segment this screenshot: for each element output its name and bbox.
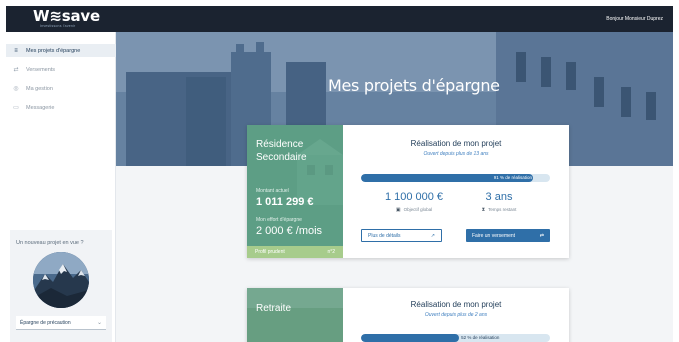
opened-since: Ouvert depuis plus de 2 ans [424,312,488,318]
top-bar: W≋save Investissons l'avenir Bonjour Mon… [6,6,673,32]
progress-text: 52 % de réalisation [461,335,500,340]
details-button[interactable]: Plus de détails ↗ [361,229,442,242]
savings-effort-label: Mon effort d'épargne [256,217,302,223]
opened-since: Ouvert depuis plus de 13 ans [423,151,489,157]
progress-fill [361,334,460,342]
sidebar-item-savings-projects[interactable]: ≡ Mes projets d'épargne [6,44,116,57]
project-card-residence: Résidence Secondaire Montant actuel 1 01… [247,125,569,258]
realisation-title: Réalisation de mon projet [410,300,502,309]
sidebar-item-versements[interactable]: ⇄ Versements [6,63,116,76]
hourglass-icon: ⧗ [481,207,486,213]
sidebar: ≡ Mes projets d'épargne ⇄ Versements ◎ M… [6,32,116,342]
project-summary-panel: Retraite [247,288,343,342]
project-card-retraite: Retraite Réalisation de mon projet Ouver… [247,288,569,342]
message-icon: ▭ [13,105,19,111]
wallet-icon: ▣ [395,207,401,213]
page-title: Mes projets d'épargne [328,76,500,95]
chevron-down-icon: ⌄ [96,320,102,326]
current-amount-value: 1 011 299 € [256,196,314,208]
sidebar-item-label: Versements [26,66,56,73]
retirement-image [247,288,343,342]
mountain-image [33,252,89,308]
progress-text: 91 % de réalisation [493,175,532,180]
sidebar-item-label: Messagerie [26,104,55,111]
sidebar-item-messagerie[interactable]: ▭ Messagerie [6,101,116,114]
management-icon: ◎ [13,86,19,92]
brand-logo[interactable]: W≋save [33,9,100,24]
realisation-title: Réalisation de mon projet [410,139,502,148]
project-type-value: Épargne de précaution [20,319,71,326]
progress-bar: 91 % de réalisation [361,174,550,182]
savings-icon: ≡ [14,47,18,54]
transfer-icon: ⇄ [539,232,544,239]
new-project-promo: Un nouveau projet en vue ? Épargne de pr… [10,230,112,342]
deposit-button-label: Faire un versement [472,232,516,239]
progress-bar: 52 % de réalisation [361,334,550,342]
project-summary-panel: Résidence Secondaire Montant actuel 1 01… [247,125,343,258]
current-amount-label: Montant actuel [256,188,289,194]
project-number: n°2 [327,249,335,255]
risk-profile: Profil prudent [255,249,285,255]
deposit-button[interactable]: Faire un versement ⇄ [466,229,550,242]
profile-footer: Profil prudent n°2 [247,246,343,258]
brand-tagline: Investissons l'avenir [40,24,76,28]
promo-title: Un nouveau projet en vue ? [16,240,84,246]
transfer-icon: ⇄ [13,67,19,73]
sidebar-item-label: Ma gestion [26,85,53,92]
project-name: Retraite [256,303,292,314]
details-button-label: Plus de détails [368,232,401,239]
project-type-select[interactable]: Épargne de précaution ⌄ [16,316,106,330]
sidebar-item-label: Mes projets d'épargne [26,47,81,54]
sidebar-item-gestion[interactable]: ◎ Ma gestion [6,82,116,95]
savings-effort-value: 2 000 € /mois [256,225,323,237]
time-remaining-value: 3 ans [485,191,513,203]
chart-icon: ↗ [430,232,435,239]
project-name: Résidence Secondaire [256,139,307,163]
time-remaining-label: ⧗ Temps restant [481,207,517,213]
goal-label: ▣ Objectif global [395,207,433,213]
user-greeting[interactable]: Bonjour Monsieur Duprez [606,16,663,22]
goal-value: 1 100 000 € [384,191,444,203]
